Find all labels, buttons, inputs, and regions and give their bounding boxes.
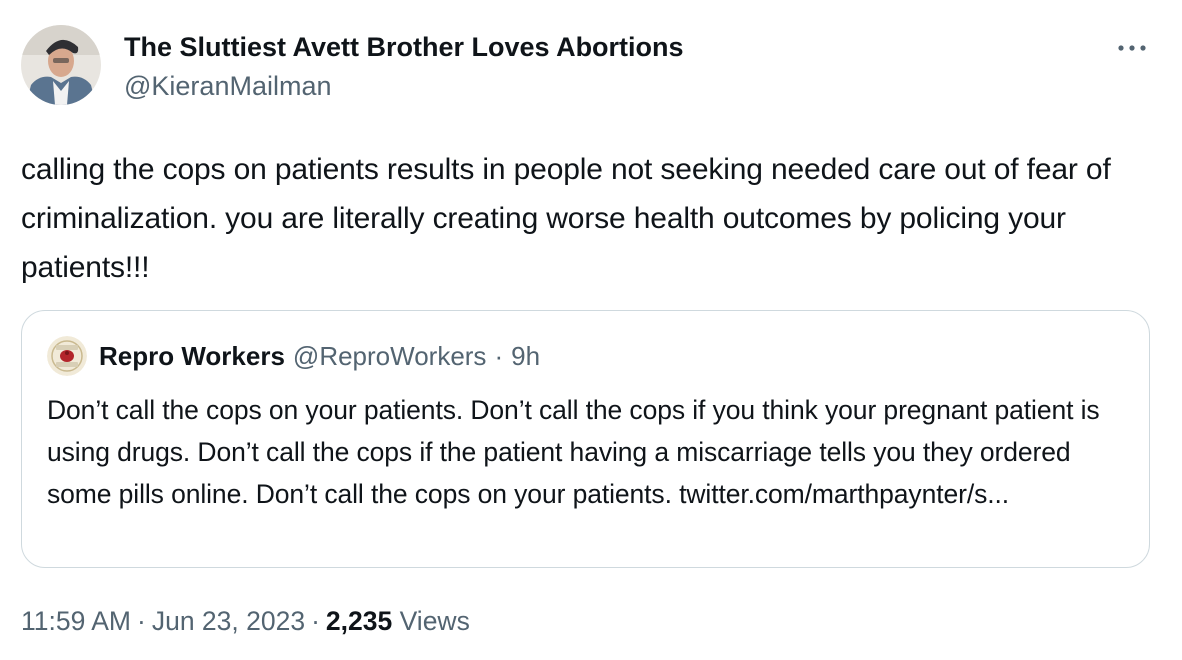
repro-workers-logo-icon: [47, 336, 87, 376]
quoted-tweet-header: Repro Workers @ReproWorkers · 9h: [47, 336, 540, 376]
tweet-date[interactable]: Jun 23, 2023: [152, 606, 305, 636]
author-info: The Sluttiest Avett Brother Loves Aborti…: [124, 31, 684, 102]
author-handle[interactable]: @KieranMailman: [124, 70, 684, 102]
views-label: Views: [399, 606, 470, 636]
user-avatar-photo-icon: [21, 25, 101, 105]
quoted-tweet-card[interactable]: Repro Workers @ReproWorkers · 9h Don’t c…: [21, 310, 1150, 568]
quoted-meta-separator: ·: [494, 340, 504, 371]
author-display-name[interactable]: The Sluttiest Avett Brother Loves Aborti…: [124, 31, 684, 63]
quoted-author-avatar[interactable]: [47, 336, 87, 376]
tweet-time[interactable]: 11:59 AM: [21, 606, 131, 636]
author-avatar[interactable]: [21, 25, 101, 105]
meta-separator: ·: [137, 606, 146, 636]
quoted-author-name[interactable]: Repro Workers: [99, 341, 285, 372]
more-horizontal-icon: [1118, 45, 1146, 51]
meta-separator: ·: [311, 606, 320, 636]
quoted-time-ago[interactable]: 9h: [511, 341, 540, 372]
tweet: The Sluttiest Avett Brother Loves Aborti…: [0, 0, 1182, 660]
tweet-meta: 11:59 AM · Jun 23, 2023 · 2,235 Views: [21, 604, 470, 638]
more-options-button[interactable]: [1114, 38, 1150, 58]
quoted-author-handle[interactable]: @ReproWorkers: [293, 341, 487, 372]
quoted-tweet-text: Don’t call the cops on your patients. Do…: [47, 395, 1100, 509]
tweet-text: calling the cops on patients results in …: [21, 153, 1111, 284]
views-count: 2,235: [325, 606, 393, 636]
